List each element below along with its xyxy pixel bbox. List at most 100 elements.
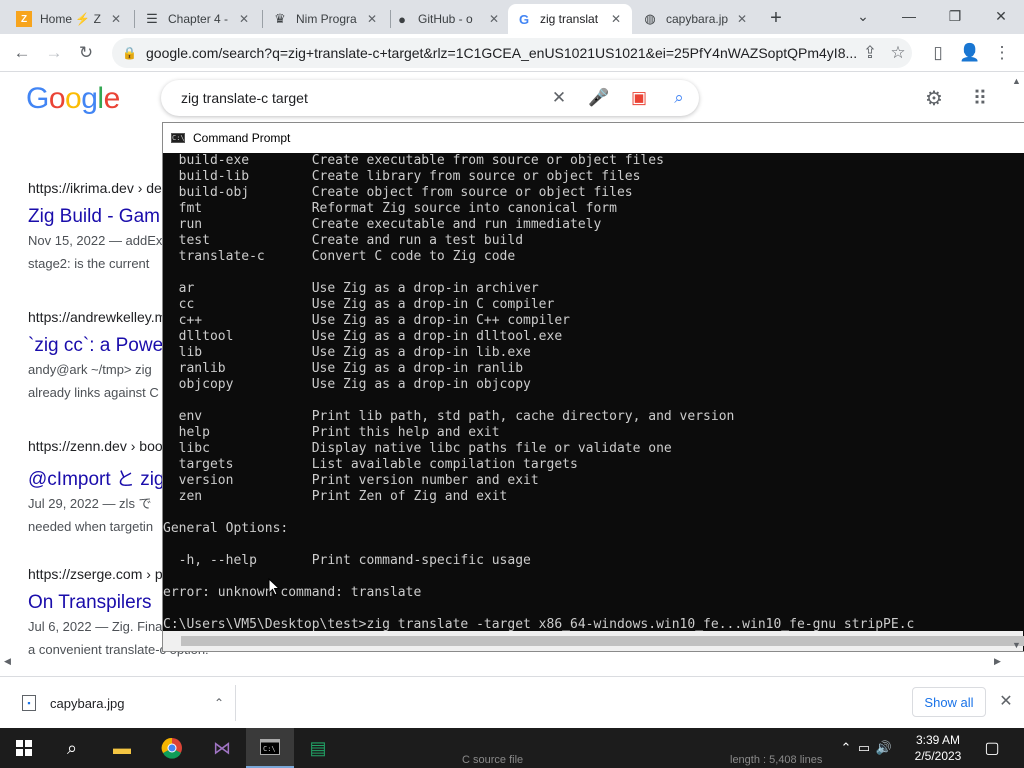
tab-search-chevron-icon[interactable]: ⌄ <box>840 0 886 32</box>
console-line: build-exe Create executable from source … <box>163 153 664 168</box>
tab-home-zig[interactable]: Z Home ⚡ Z ✕ <box>8 4 132 34</box>
command-prompt-titlebar[interactable]: C:\ Command Prompt <box>163 123 1024 153</box>
spreadsheet-app-icon[interactable]: ▤ <box>294 728 342 768</box>
globe-icon: ◍ <box>644 11 656 26</box>
settings-gear-icon[interactable]: ⚙ <box>920 84 948 112</box>
browser-tab-strip: Z Home ⚡ Z ✕ ☰ Chapter 4 - ✕ ♛ Nim Progr… <box>0 0 1024 34</box>
tab-separator <box>262 10 263 28</box>
bookmark-star-icon[interactable]: ☆ <box>884 39 912 67</box>
download-file-name: capybara.jpg <box>50 695 125 711</box>
tab-chapter-4[interactable]: ☰ Chapter 4 - ✕ <box>136 4 260 34</box>
tab-nim-programming[interactable]: ♛ Nim Progra ✕ <box>264 4 388 34</box>
chevron-up-icon[interactable]: ⌃ <box>214 696 224 710</box>
search-query[interactable]: zig translate-c target <box>181 90 539 106</box>
console-line: build-lib Create library from source or … <box>163 169 641 184</box>
restore-icon[interactable]: ❐ <box>932 0 978 32</box>
console-line: targets List available compilation targe… <box>163 457 578 472</box>
close-tab-icon[interactable]: ✕ <box>734 11 750 27</box>
volume-icon[interactable]: 🔊 <box>874 740 894 756</box>
show-all-button[interactable]: Show all <box>912 687 986 717</box>
console-line: test Create and run a test build <box>163 233 524 248</box>
console-line: dlltool Use Zig as a drop-in dlltool.exe <box>163 329 563 344</box>
console-line: ar Use Zig as a drop-in archiver <box>163 281 539 296</box>
command-prompt-window[interactable]: C:\ Command Prompt build-exe Create exec… <box>162 122 1024 652</box>
forward-arrow-icon[interactable]: → <box>40 39 68 67</box>
close-window-icon[interactable]: ✕ <box>978 0 1024 32</box>
scroll-left-icon[interactable]: ◀ <box>4 656 14 668</box>
network-icon[interactable]: ▭ <box>854 740 874 756</box>
downloads-bar: ▪ capybara.jpg ⌃ Show all ✕ <box>0 676 1024 728</box>
profile-avatar-icon[interactable]: 👤 <box>956 39 984 67</box>
zig-z-icon: Z <box>16 11 32 27</box>
share-icon[interactable]: ⇪ <box>856 39 884 67</box>
tab-capybara[interactable]: ◍ capybara.jp ✕ <box>634 4 758 34</box>
command-prompt-taskbar-icon[interactable]: C:\ <box>246 728 294 768</box>
windows-start-icon[interactable] <box>0 728 48 768</box>
clear-search-icon[interactable]: ✕ <box>539 80 579 116</box>
horizontal-scrollbar[interactable] <box>163 631 1024 651</box>
download-item[interactable]: ▪ capybara.jpg ⌃ <box>10 685 236 721</box>
console-line: env Print lib path, std path, cache dire… <box>163 409 735 424</box>
window-title: Command Prompt <box>193 131 291 145</box>
browser-toolbar: ← → ↻ 🔒 google.com/search?q=zig+translat… <box>0 34 1024 72</box>
console-line: -h, --help Print command-specific usage <box>163 553 531 568</box>
console-line: version Print version number and exit <box>163 473 539 488</box>
lens-camera-icon[interactable]: ▣ <box>619 80 659 116</box>
close-downloads-icon[interactable]: ✕ <box>996 691 1016 711</box>
close-tab-icon[interactable]: ✕ <box>486 11 502 27</box>
close-tab-icon[interactable]: ✕ <box>364 11 380 27</box>
close-tab-icon[interactable]: ✕ <box>108 11 124 27</box>
google-logo[interactable]: Google <box>26 82 120 116</box>
close-tab-icon[interactable]: ✕ <box>236 11 252 27</box>
apps-grid-icon[interactable]: ⠿ <box>966 84 994 112</box>
background-window-peek: C source file length : 5,408 lines <box>462 754 823 766</box>
notifications-icon[interactable]: ▢ <box>980 736 1004 760</box>
reload-icon[interactable]: ↻ <box>72 39 100 67</box>
github-icon: ● <box>398 11 406 27</box>
mouse-cursor-icon <box>268 578 280 596</box>
nim-crown-icon: ♛ <box>274 11 286 26</box>
tab-github[interactable]: ● GitHub - o ✕ <box>386 4 510 34</box>
vertical-scrollbar[interactable] <box>1019 153 1023 633</box>
console-line: build-obj Create object from source or o… <box>163 185 633 200</box>
system-tray: ⌃ ▭ 🔊 <box>838 728 894 768</box>
console-line: error: unknown command: translate <box>163 585 422 600</box>
search-icon[interactable]: ⌕ <box>48 728 96 768</box>
console-line: fmt Reformat Zig source into canonical f… <box>163 201 617 216</box>
menu-dots-icon[interactable]: ⋮ <box>988 39 1016 67</box>
console-line: cc Use Zig as a drop-in C compiler <box>163 297 555 312</box>
file-explorer-icon[interactable]: ▬ <box>98 728 146 768</box>
console-line: lib Use Zig as a drop-in lib.exe <box>163 345 531 360</box>
tab-separator <box>134 10 135 28</box>
console-output[interactable]: build-exe Create executable from source … <box>163 153 1023 633</box>
windows-taskbar: ⌕ ▬ ⋈ C:\ ▤ C source file length : 5,408… <box>0 728 1024 768</box>
show-hidden-icons-chevron-icon[interactable]: ⌃ <box>838 740 854 756</box>
console-line: c++ Use Zig as a drop-in C++ compiler <box>163 313 570 328</box>
microphone-icon[interactable]: 🎤 <box>579 80 619 116</box>
new-tab-button[interactable]: + <box>764 6 788 30</box>
google-g-icon: G <box>518 11 530 27</box>
close-tab-icon[interactable]: ✕ <box>608 11 624 27</box>
google-search-box[interactable]: zig translate-c target ✕ 🎤 ▣ ⌕ <box>161 80 699 116</box>
address-url: google.com/search?q=zig+translate-c+targ… <box>146 45 858 61</box>
scrollbar-thumb[interactable] <box>181 636 1024 646</box>
search-icon[interactable]: ⌕ <box>659 80 699 116</box>
side-panel-icon[interactable]: ▯ <box>924 39 952 67</box>
tab-zig-translate-active[interactable]: G zig translat ✕ <box>508 4 632 34</box>
scroll-up-icon[interactable]: ▲ <box>1012 76 1022 86</box>
document-lines-icon: ☰ <box>146 11 158 26</box>
svg-text:C:\: C:\ <box>263 745 276 753</box>
visual-studio-icon[interactable]: ⋈ <box>198 728 246 768</box>
back-arrow-icon[interactable]: ← <box>8 39 36 67</box>
scroll-right-icon[interactable]: ▶ <box>994 656 1004 668</box>
minimize-icon[interactable]: — <box>886 0 932 32</box>
system-clock[interactable]: 3:39 AM 2/5/2023 <box>906 732 970 764</box>
console-icon: C:\ <box>171 133 185 143</box>
address-bar[interactable]: 🔒 google.com/search?q=zig+translate-c+ta… <box>112 38 912 68</box>
lock-icon: 🔒 <box>122 46 137 60</box>
chrome-icon[interactable] <box>148 728 196 768</box>
scroll-down-icon[interactable]: ▼ <box>1012 640 1022 650</box>
